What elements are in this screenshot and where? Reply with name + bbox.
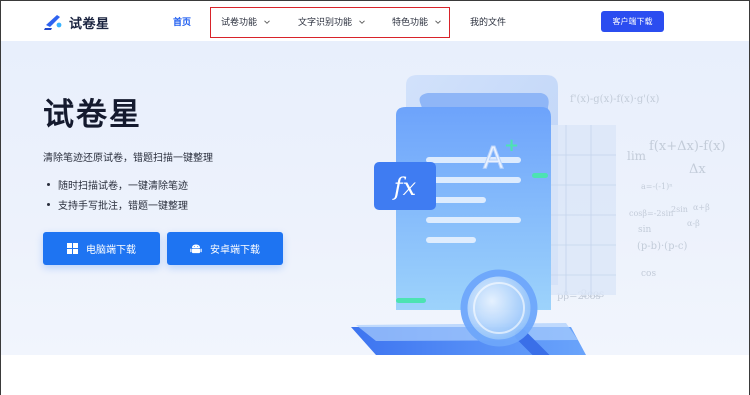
nav-home[interactable]: 首页 <box>173 15 191 28</box>
android-download-button[interactable]: 安卓端下载 <box>167 232 283 265</box>
nav-ocr-features-label: 文字识别功能 <box>298 18 353 28</box>
pc-download-label: 电脑端下载 <box>86 245 136 256</box>
logo[interactable]: 试卷星 <box>43 12 110 32</box>
math-formula: cos <box>641 269 657 279</box>
math-formula: Δx <box>689 162 706 177</box>
green-accent <box>532 173 548 178</box>
hero-title: 试卷星 <box>43 97 142 133</box>
feature-bullet-text: 随时扫描试卷，一键清除笔迹 <box>58 181 188 192</box>
grid-panel <box>541 125 616 295</box>
chevron-down-icon <box>359 19 365 24</box>
math-formula: a=-(-1)ⁿ <box>641 182 673 191</box>
logo-text: 试卷星 <box>69 16 110 32</box>
feature-bullet: 随时扫描试卷，一键清除笔迹 <box>47 177 188 192</box>
math-formula: f(x+Δx)-f(x) <box>649 139 726 154</box>
nav-exam-features[interactable]: 试卷功能 <box>221 15 271 28</box>
nav-special-features-label: 特色功能 <box>392 18 429 28</box>
math-formula: sin <box>638 225 652 235</box>
nav-exam-features-label: 试卷功能 <box>221 18 258 28</box>
client-download-button[interactable]: 客户端下载 <box>601 11 664 32</box>
nav-special-features[interactable]: 特色功能 <box>392 15 442 28</box>
feature-bullet: 支持手写批注，错题一键整理 <box>47 197 188 212</box>
math-formula: α-β <box>687 219 700 228</box>
nav-ocr-features[interactable]: 文字识别功能 <box>298 15 366 28</box>
android-icon <box>190 244 202 253</box>
green-accent <box>396 298 426 303</box>
chevron-down-icon <box>264 19 270 24</box>
hero-subtitle: 清除笔迹还原试卷，错题扫描一键整理 <box>43 153 213 164</box>
windows-icon <box>67 243 78 254</box>
fx-badge-text: fx <box>392 173 417 201</box>
math-formula: (p-b)·(p-c) <box>637 241 688 252</box>
pc-download-button[interactable]: 电脑端下载 <box>43 232 160 265</box>
grade-text: A <box>483 141 504 176</box>
chevron-down-icon <box>435 19 441 24</box>
hero-illustration: fx A + <box>351 75 616 355</box>
nav-my-files[interactable]: 我的文件 <box>470 15 506 28</box>
top-nav-bar: 试卷星 首页 试卷功能 文字识别功能 特色功能 我的文件 客户端下载 <box>1 1 749 41</box>
feature-bullet-text: 支持手写批注，错题一键整理 <box>58 201 188 212</box>
android-download-label: 安卓端下载 <box>210 245 260 256</box>
bullet-dot-icon <box>47 203 50 206</box>
bullet-dot-icon <box>47 183 50 186</box>
hero-section: f'(x)-g(x)-f(x)·g'(x) f(x+Δx)-f(x) lim Δ… <box>1 41 749 355</box>
page-content-below <box>1 355 749 395</box>
logo-icon <box>44 15 62 30</box>
grade-sup: + <box>504 135 519 156</box>
math-formula: 2sin <box>671 205 688 214</box>
math-formula: α+β <box>693 203 710 212</box>
